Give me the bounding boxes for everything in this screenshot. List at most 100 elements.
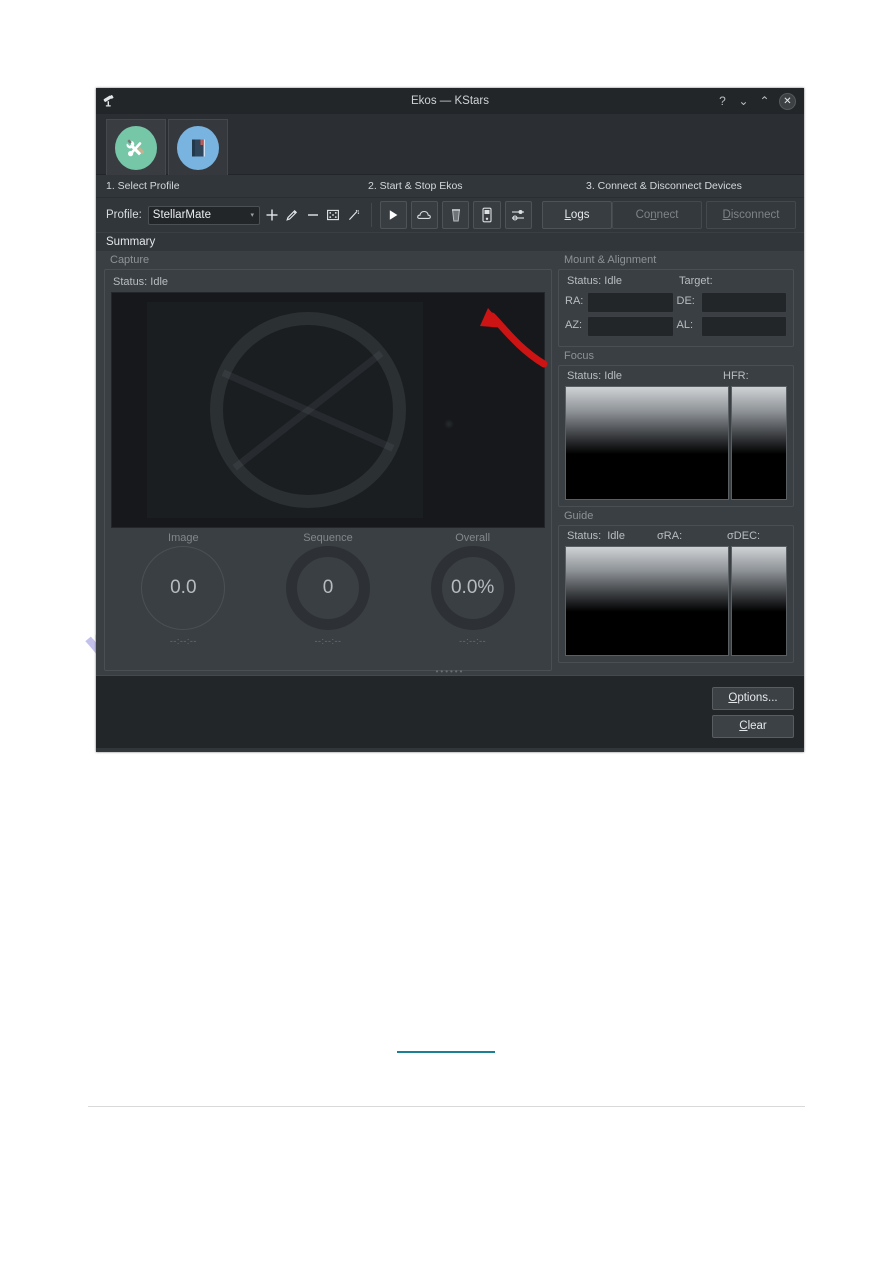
al-label: AL: (676, 319, 694, 331)
chevron-down-icon: ▾ (250, 212, 254, 219)
guide-star-plot[interactable] (731, 546, 787, 656)
mount-row-ra-de: RA: DE: (565, 292, 787, 316)
step-headers: 1. Select Profile 2. Start & Stop Ekos 3… (96, 175, 804, 198)
sliders-icon[interactable] (504, 201, 532, 229)
toolbar-separator (370, 203, 372, 227)
connection-buttons: Co n nect Disconnect (612, 201, 804, 229)
dice-icon[interactable] (325, 204, 343, 226)
add-profile-button[interactable] (263, 204, 281, 226)
log-buttons: Options... Clear (712, 686, 804, 738)
step-2-label: 2. Start & Stop Ekos (368, 180, 463, 192)
start-ekos-button[interactable] (379, 201, 407, 229)
focus-group: Status: Idle HFR: (558, 365, 794, 507)
ra-field[interactable] (587, 292, 674, 313)
step-3-label: 3. Connect & Disconnect Devices (586, 180, 742, 192)
mobile-icon[interactable] (473, 201, 501, 229)
window-title: Ekos — KStars (411, 95, 489, 107)
focus-hfr-plot[interactable] (565, 386, 729, 500)
focus-title: Focus (564, 350, 594, 362)
options-accel: O (728, 692, 738, 704)
tab-logs[interactable] (168, 119, 228, 175)
guide-status-value: Idle (607, 530, 625, 542)
step-1-label: 1. Select Profile (106, 180, 180, 192)
guide-plots (559, 546, 793, 662)
profile-combobox[interactable]: StellarMate ▾ (147, 205, 260, 225)
summary-body: Capture Status: Idle Image 0.0 --:--:-- … (96, 251, 804, 675)
de-field[interactable] (700, 292, 787, 313)
profile-value: StellarMate (152, 209, 211, 221)
options-button[interactable]: Options... (712, 686, 794, 710)
disconnect-button[interactable]: Disconnect (706, 201, 796, 229)
image-progress-eta: --:--:-- (169, 636, 197, 646)
capture-column: Capture Status: Idle Image 0.0 --:--:-- … (104, 251, 552, 671)
image-progress-ring: 0.0 (141, 546, 226, 630)
log-output-area[interactable] (96, 676, 712, 748)
mount-row-az-al: AZ: AL: (565, 316, 787, 340)
de-label: DE: (676, 295, 695, 307)
ekos-window: Ekos — KStars ? ⌄ ⌃ ✕ 1. Select Profile … (96, 88, 804, 752)
close-button[interactable]: ✕ (779, 92, 796, 110)
page-rule-teal (397, 1051, 495, 1053)
capture-preview-image[interactable] (111, 292, 545, 528)
capture-status: Status: Idle (113, 276, 169, 288)
logs-label-rest: ogs (570, 209, 590, 221)
sequence-progress: Sequence 0 --:--:-- (263, 532, 393, 646)
logs-button[interactable]: Logs (542, 201, 612, 229)
wand-icon[interactable] (345, 204, 363, 226)
summary-label: Summary (96, 232, 804, 251)
mount-title: Mount & Alignment (564, 254, 657, 266)
guide-title: Guide (564, 510, 594, 522)
focus-plots (559, 386, 793, 506)
module-tabstrip (96, 114, 804, 175)
status-column: Mount & Alignment Status: Idle Target: R… (558, 251, 794, 671)
image-progress-value: 0.0 (170, 577, 197, 598)
clear-post: lear (747, 720, 767, 732)
guide-drift-plot[interactable] (565, 546, 729, 656)
focus-star-profile-plot[interactable] (731, 386, 787, 500)
capture-group: Status: Idle Image 0.0 --:--:-- Sequence… (104, 269, 552, 671)
progress-rings: Image 0.0 --:--:-- Sequence 0 --:--:-- O… (111, 528, 545, 664)
clear-accel: C (739, 720, 748, 732)
guide-head: Status: Idle σRA: σDEC: (559, 526, 793, 546)
tower-icon[interactable] (442, 201, 470, 229)
splitter-handle[interactable]: •••••• (96, 668, 804, 676)
focus-head: Status: Idle HFR: (559, 366, 793, 386)
mount-target-label: Target: (679, 275, 713, 287)
mount-head: Status: Idle Target: (565, 274, 787, 292)
capture-title: Capture (110, 254, 150, 266)
guide-status-label: Status: (567, 530, 602, 542)
clear-button[interactable]: Clear (712, 714, 794, 738)
disconnect-post: isconnect (730, 209, 780, 221)
tools-icon (115, 125, 157, 170)
al-field[interactable] (700, 316, 787, 337)
page-rule-grey (88, 1106, 805, 1107)
az-label: AZ: (565, 319, 583, 331)
overall-progress-ring: 0.0% (430, 546, 515, 630)
focus-status: Status: Idle (567, 370, 623, 382)
az-field[interactable] (587, 316, 674, 337)
connect-button[interactable]: Co n nect (612, 201, 702, 229)
help-button[interactable]: ? (716, 95, 729, 108)
delete-profile-button[interactable] (304, 204, 322, 226)
log-strip: •••••• Options... Clear (96, 668, 804, 748)
telescope-icon (96, 88, 122, 114)
cloud-icon[interactable] (410, 201, 439, 229)
overall-progress: Overall 0.0% --:--:-- (408, 532, 538, 646)
maximize-button[interactable]: ⌃ (758, 95, 771, 108)
overall-progress-value: 0.0% (450, 577, 495, 598)
edit-profile-button[interactable] (283, 204, 301, 226)
minimize-button[interactable]: ⌄ (737, 95, 750, 108)
sequence-progress-ring: 0 (285, 546, 370, 630)
titlebar-buttons: ? ⌄ ⌃ ✕ (716, 92, 804, 110)
profile-label: Profile: (106, 209, 142, 221)
tab-setup[interactable] (106, 119, 166, 175)
image-progress: Image 0.0 --:--:-- (118, 532, 248, 646)
mount-status: Status: Idle (567, 275, 623, 287)
ra-label: RA: (565, 295, 584, 307)
connect-post: nect (656, 209, 679, 221)
sequence-progress-value: 0 (322, 577, 334, 598)
guide-group: Status: Idle σRA: σDEC: (558, 525, 794, 663)
overall-progress-eta: --:--:-- (459, 636, 487, 646)
mount-group: Status: Idle Target: RA: DE: AZ: AL: (558, 269, 794, 347)
book-icon (177, 125, 219, 170)
